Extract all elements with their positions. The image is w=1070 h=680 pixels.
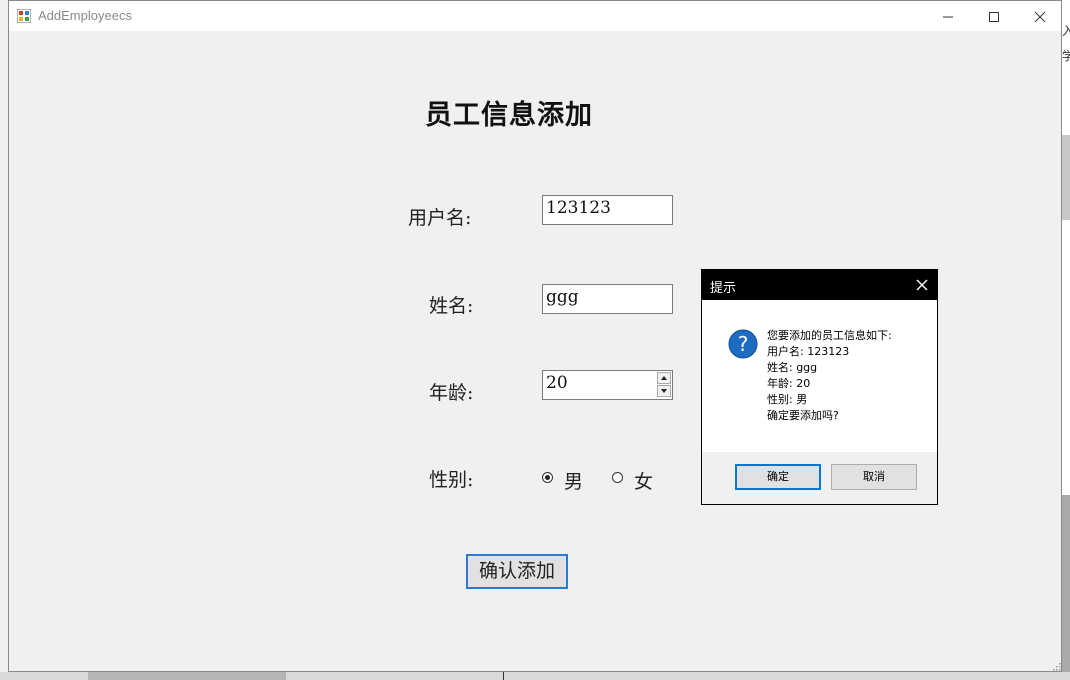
form-title: 员工信息添加 — [425, 100, 593, 131]
age-label: 年龄: — [429, 382, 474, 404]
background-scrollbar — [1062, 135, 1070, 220]
name-field[interactable]: ggg — [542, 284, 673, 314]
name-label: 姓名: — [429, 295, 474, 317]
confirm-add-button[interactable]: 确认添加 — [466, 554, 568, 589]
confirmation-dialog: 提示 ? 您要添加的员工信息如下: 用户名: 123123 姓名: ggg 年龄… — [701, 269, 938, 505]
dialog-message-line: 性别: 男 — [767, 393, 808, 406]
maximize-button[interactable] — [971, 1, 1017, 31]
radio-selected-dot — [545, 475, 550, 480]
resize-grip-icon[interactable] — [1053, 663, 1061, 671]
dialog-message-line: 姓名: ggg — [767, 361, 818, 374]
background-divider — [503, 672, 504, 680]
dialog-message-line: 用户名: 123123 — [767, 345, 850, 358]
age-increment-button[interactable] — [657, 372, 671, 384]
radio-circle — [612, 472, 623, 483]
dialog-titlebar[interactable]: 提示 — [702, 270, 937, 300]
background-text-fragment: 入 — [1062, 24, 1070, 38]
background-text-fragment: 学 — [1062, 49, 1070, 63]
minimize-button[interactable] — [925, 1, 971, 31]
username-label: 用户名: — [408, 207, 472, 229]
background-app-left-edge — [0, 0, 8, 680]
dialog-close-icon[interactable] — [915, 278, 929, 292]
gender-option-label: 女 — [634, 471, 654, 493]
window-title: AddEmployeecs — [38, 8, 132, 23]
dialog-message-line: 确定要添加吗? — [767, 409, 839, 422]
gender-option-label: 男 — [564, 471, 584, 493]
question-icon: ? — [728, 329, 758, 359]
background-app-right-edge: 入 学 — [1062, 0, 1070, 680]
dialog-message: 您要添加的员工信息如下: 用户名: 123123 姓名: ggg 年龄: 20 … — [767, 328, 892, 424]
gender-label: 性别: — [429, 469, 474, 491]
age-stepper[interactable]: 20 — [542, 370, 673, 400]
arrow-up-icon — [661, 376, 667, 380]
dialog-title: 提示 — [710, 281, 737, 296]
background-tab — [88, 672, 286, 680]
app-icon — [17, 9, 31, 23]
maximize-icon — [989, 12, 999, 22]
arrow-down-icon — [661, 389, 667, 393]
username-field[interactable]: 123123 — [542, 195, 673, 225]
dialog-ok-button[interactable]: 确定 — [735, 464, 821, 490]
minimize-icon — [943, 16, 953, 18]
svg-text:?: ? — [738, 332, 749, 356]
dialog-message-line: 您要添加的员工信息如下: — [767, 329, 892, 342]
background-app-bottom-edge — [0, 672, 1070, 680]
close-icon — [1034, 11, 1046, 23]
dialog-button-bar: 确定 取消 — [702, 452, 937, 504]
dialog-message-line: 年龄: 20 — [767, 377, 811, 390]
dialog-cancel-button[interactable]: 取消 — [831, 464, 917, 490]
background-panel — [1062, 495, 1070, 680]
close-button[interactable] — [1017, 1, 1063, 31]
window-titlebar[interactable]: AddEmployeecs — [9, 1, 1061, 31]
age-decrement-button[interactable] — [657, 385, 671, 397]
